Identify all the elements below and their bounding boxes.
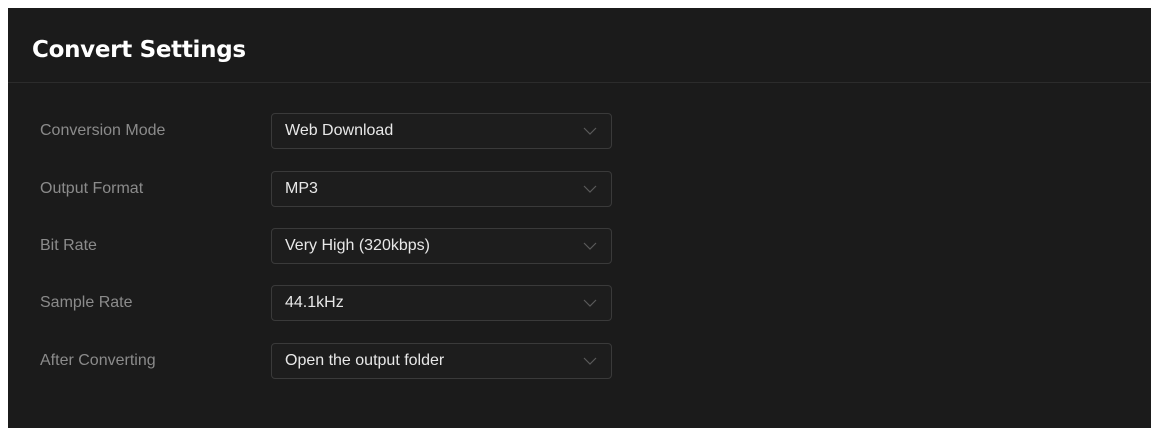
chevron-down-icon: [583, 242, 597, 250]
conversion-mode-value: Web Download: [285, 122, 394, 139]
after-converting-label: After Converting: [40, 352, 156, 369]
setting-row-output-format: Output Format MP3: [8, 171, 628, 207]
after-converting-value: Open the output folder: [285, 352, 445, 369]
chevron-down-icon: [583, 185, 597, 193]
convert-settings-panel: Convert Settings Conversion Mode Web Dow…: [8, 8, 1151, 428]
output-format-label: Output Format: [40, 180, 144, 197]
setting-row-after-converting: After Converting Open the output folder: [8, 343, 628, 379]
page-title: Convert Settings: [32, 37, 246, 63]
conversion-mode-select[interactable]: Web Download: [271, 113, 612, 149]
conversion-mode-label: Conversion Mode: [40, 122, 166, 139]
setting-row-sample-rate: Sample Rate 44.1kHz: [8, 285, 628, 321]
after-converting-select[interactable]: Open the output folder: [271, 343, 612, 379]
bit-rate-value: Very High (320kbps): [285, 237, 430, 254]
bit-rate-select[interactable]: Very High (320kbps): [271, 228, 612, 264]
sample-rate-select[interactable]: 44.1kHz: [271, 285, 612, 321]
chevron-down-icon: [583, 357, 597, 365]
chevron-down-icon: [583, 127, 597, 135]
bit-rate-label: Bit Rate: [40, 237, 97, 254]
setting-row-conversion-mode: Conversion Mode Web Download: [8, 113, 628, 149]
panel-header: Convert Settings: [8, 8, 1151, 83]
sample-rate-label: Sample Rate: [40, 294, 133, 311]
output-format-select[interactable]: MP3: [271, 171, 612, 207]
sample-rate-value: 44.1kHz: [285, 294, 344, 311]
chevron-down-icon: [583, 299, 597, 307]
output-format-value: MP3: [285, 180, 318, 197]
setting-row-bit-rate: Bit Rate Very High (320kbps): [8, 228, 628, 264]
